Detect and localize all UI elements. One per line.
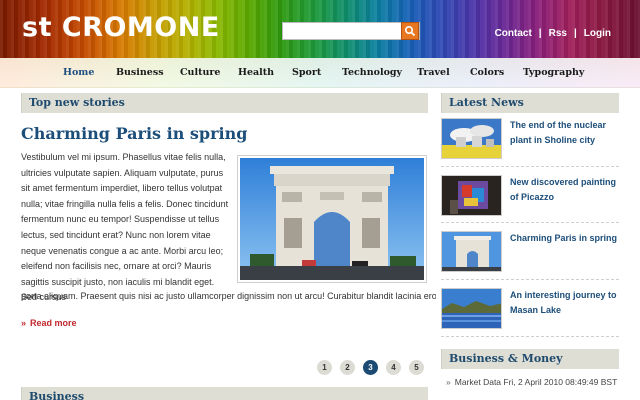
article-body: Vestibulum vel mi ipsum. Phasellus vitae… [21,152,229,303]
news-divider [441,166,619,167]
business-section-header: Business [21,387,428,400]
double-chevron-icon: » [21,318,27,328]
news-divider [441,279,619,280]
page-5-button[interactable]: 5 [409,360,424,375]
arc-thumbnail-graphic [442,232,501,271]
news-item[interactable]: New discovered painting of Picazzo [441,175,619,223]
news-title[interactable]: The end of the nuclear plant in Sholine … [510,118,620,148]
login-link[interactable]: Login [584,28,611,39]
arc-de-triomphe-image[interactable] [237,155,427,283]
news-item[interactable]: The end of the nuclear plant in Sholine … [441,118,619,166]
nav-item-technology[interactable]: Technology [342,67,402,78]
section-title: Top new stories [29,96,125,109]
nuclear-plant-thumbnail[interactable] [441,118,502,159]
main-nav: Home Business Culture Health Sport Techn… [0,58,640,88]
section-title: Latest News [449,96,524,109]
nav-item-home[interactable]: Home [63,67,94,78]
page-2-button[interactable]: 2 [340,360,355,375]
nav-item-travel[interactable]: Travel [417,67,450,78]
page-1-button[interactable]: 1 [317,360,332,375]
market-data: » Market Data Fri, 2 April 2010 08:49:49 … [446,376,621,388]
news-divider [441,336,619,337]
section-title: Business & Money [449,352,563,365]
rss-link[interactable]: Rss [549,28,567,39]
lake-graphic [442,289,501,328]
latest-news-header: Latest News [441,93,619,113]
news-title[interactable]: An interesting journey to Masan Lake [510,288,620,318]
top-stories-header: Top new stories [21,93,428,113]
nav-item-culture[interactable]: Culture [180,67,220,78]
painting-graphic [442,176,501,215]
arc-image-graphic [240,158,424,280]
article-body-continued: porta aliquam. Praesent quis nisi ac jus… [21,291,436,301]
market-data-text[interactable]: Market Data Fri, 2 April 2010 08:49:49 B… [455,377,618,387]
page-4-button[interactable]: 4 [386,360,401,375]
link-separator: | [573,28,577,39]
nav-item-health[interactable]: Health [238,67,274,78]
read-more-link[interactable]: » Read more [21,318,77,328]
search-icon [404,25,416,37]
painting-thumbnail[interactable] [441,175,502,216]
nav-item-business[interactable]: Business [116,67,164,78]
nav-item-colors[interactable]: Colors [470,67,504,78]
nav-item-sport[interactable]: Sport [292,67,321,78]
news-item[interactable]: Charming Paris in spring [441,231,619,279]
search-input[interactable] [285,24,403,38]
page-3-button[interactable]: 3 [363,360,378,375]
news-title[interactable]: New discovered painting of Picazzo [510,175,620,205]
search-box [282,22,420,40]
news-divider [441,222,619,223]
nav-item-typography[interactable]: Typography [523,67,584,78]
contact-link[interactable]: Contact [495,28,532,39]
link-separator: | [538,28,542,39]
double-chevron-icon: » [446,377,451,387]
search-button[interactable] [401,22,419,40]
business-money-header: Business & Money [441,349,619,369]
news-title[interactable]: Charming Paris in spring [510,231,620,246]
arc-thumbnail[interactable] [441,231,502,272]
article-title[interactable]: Charming Paris in spring [21,124,247,143]
site-logo[interactable]: st CROMONE [22,12,220,43]
header-banner: st CROMONE Contact | Rss | Login [0,0,640,58]
read-more-label: Read more [30,318,77,328]
top-links: Contact | Rss | Login [495,28,611,39]
section-title: Business [29,390,85,400]
news-item[interactable]: An interesting journey to Masan Lake [441,288,619,336]
lake-thumbnail[interactable] [441,288,502,329]
nuclear-plant-graphic [442,119,501,158]
